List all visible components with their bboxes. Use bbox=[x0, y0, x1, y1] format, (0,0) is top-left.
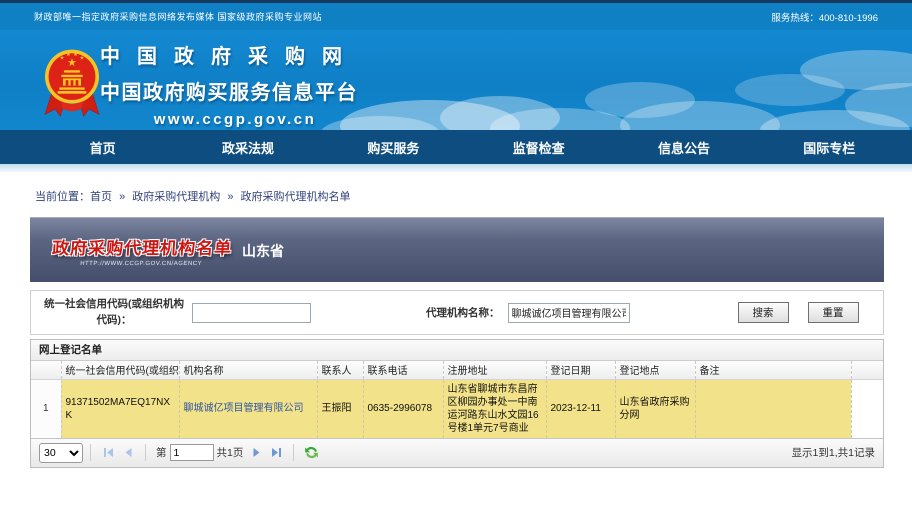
banner-url: HTTP://WWW.CCGP.GOV.CN/AGENCY bbox=[51, 261, 231, 267]
first-page-icon bbox=[102, 446, 115, 459]
cell-name: 聊城诚亿项目管理有限公司 bbox=[179, 379, 317, 438]
code-field-label: 统一社会信用代码(或组织机构代码)： bbox=[39, 297, 189, 327]
first-page-button[interactable] bbox=[98, 443, 118, 463]
top-bar: 财政部唯一指定政府采购信息网络发布媒体 国家级政府采购专业网站 服务热线：400… bbox=[0, 0, 912, 30]
refresh-button[interactable] bbox=[301, 443, 321, 463]
last-page-button[interactable] bbox=[266, 443, 286, 463]
col-header-address[interactable]: 注册地址 bbox=[443, 361, 546, 379]
page-prefix-label: 第 bbox=[156, 445, 167, 460]
breadcrumb-home-link[interactable]: 首页 bbox=[90, 191, 112, 203]
nav-item-home[interactable]: 首页 bbox=[30, 138, 175, 157]
pagination-bar: 30 第 共1页 显示1到1,共1记录 bbox=[31, 438, 883, 467]
last-page-icon bbox=[270, 446, 283, 459]
col-header-reg-date[interactable]: 登记日期 bbox=[546, 361, 615, 379]
col-header-filler bbox=[851, 361, 883, 379]
site-slogan: 财政部唯一指定政府采购信息网络发布媒体 国家级政府采购专业网站 bbox=[34, 10, 322, 23]
code-input[interactable] bbox=[192, 303, 311, 323]
cell-code: 91371502MA7EQ17NXK bbox=[61, 379, 179, 438]
nav-bottom-strip bbox=[0, 164, 912, 172]
breadcrumb-agency-link[interactable]: 政府采购代理机构 bbox=[132, 191, 220, 203]
record-summary: 显示1到1,共1记录 bbox=[792, 445, 875, 460]
cell-row-number: 1 bbox=[31, 379, 61, 438]
previous-page-button[interactable] bbox=[118, 443, 138, 463]
col-header-phone[interactable]: 联系电话 bbox=[363, 361, 443, 379]
national-emblem-logo: ★ ★ ★ ★ ★ bbox=[36, 43, 108, 121]
registration-table: 统一社会信用代码(或组织 机构名称 联系人 联系电话 注册地址 登记日期 登记地… bbox=[31, 361, 883, 438]
registration-grid: 网上登记名单 统一社会信用代码(或组织 机构名称 联系人 联系电话 注册地址 登… bbox=[30, 339, 884, 468]
agency-detail-link[interactable]: 聊城诚亿项目管理有限公司 bbox=[184, 403, 304, 414]
breadcrumb-agency-list-link[interactable]: 政府采购代理机构名单 bbox=[241, 191, 351, 203]
nav-item-regulations[interactable]: 政采法规 bbox=[175, 138, 320, 157]
row-number-header bbox=[31, 361, 61, 379]
svg-text:★: ★ bbox=[60, 56, 65, 62]
banner-title-block: 政府采购代理机构名单 HTTP://WWW.CCGP.GOV.CN/AGENCY bbox=[51, 234, 233, 267]
nav-item-purchase-services[interactable]: 购买服务 bbox=[321, 138, 466, 157]
svg-text:★: ★ bbox=[67, 57, 77, 69]
col-header-reg-place[interactable]: 登记地点 bbox=[615, 361, 695, 379]
pager-divider bbox=[293, 444, 294, 461]
grid-caption: 网上登记名单 bbox=[31, 340, 883, 361]
refresh-icon bbox=[304, 445, 319, 460]
cell-reg-place: 山东省政府采购分网 bbox=[615, 379, 695, 438]
search-button[interactable]: 搜索 bbox=[738, 302, 789, 323]
nav-item-international[interactable]: 国际专栏 bbox=[757, 138, 902, 157]
page-number-input[interactable] bbox=[170, 444, 214, 461]
cell-phone: 0635-2996078 bbox=[363, 379, 443, 438]
breadcrumb-separator: » bbox=[119, 191, 125, 203]
nav-item-supervision[interactable]: 监督检查 bbox=[466, 138, 611, 157]
main-nav: 首页 政采法规 购买服务 监督检查 信息公告 国际专栏 bbox=[0, 130, 912, 164]
col-header-remark[interactable]: 备注 bbox=[695, 361, 851, 379]
pager-divider bbox=[145, 444, 146, 461]
next-page-button[interactable] bbox=[246, 443, 266, 463]
reset-button[interactable]: 重置 bbox=[808, 302, 859, 323]
svg-text:★: ★ bbox=[79, 56, 84, 62]
site-url: www.ccgp.gov.cn bbox=[100, 111, 370, 128]
cell-remark bbox=[695, 379, 851, 438]
cell-address: 山东省聊城市东昌府区柳园办事处一中南运河路东山水文园16号楼1单元7号商业 bbox=[443, 379, 546, 438]
breadcrumb: 当前位置：首页 » 政府采购代理机构 » 政府采购代理机构名单 bbox=[35, 188, 912, 204]
cell-reg-date: 2023-12-11 bbox=[546, 379, 615, 438]
pager-divider bbox=[90, 444, 91, 461]
section-banner: 政府采购代理机构名单 HTTP://WWW.CCGP.GOV.CN/AGENCY… bbox=[30, 217, 884, 282]
next-page-icon bbox=[250, 446, 263, 459]
site-title-block: 中国政府采购网 中国政府购买服务信息平台 www.ccgp.gov.cn bbox=[100, 40, 370, 128]
site-title: 中国政府采购网 bbox=[100, 40, 370, 69]
agency-name-label: 代理机构名称： bbox=[426, 305, 500, 320]
site-header: ★ ★ ★ ★ ★ 中国政府采购网 中国政府购买服务信息平台 www.ccgp.… bbox=[0, 30, 912, 130]
col-header-name[interactable]: 机构名称 bbox=[179, 361, 317, 379]
agency-name-input[interactable] bbox=[508, 303, 630, 323]
table-row[interactable]: 1 91371502MA7EQ17NXK 聊城诚亿项目管理有限公司 王振阳 06… bbox=[31, 379, 883, 438]
nav-item-announcements[interactable]: 信息公告 bbox=[611, 138, 756, 157]
breadcrumb-separator: » bbox=[227, 191, 233, 203]
cell-filler bbox=[851, 379, 883, 438]
table-header-row: 统一社会信用代码(或组织 机构名称 联系人 联系电话 注册地址 登记日期 登记地… bbox=[31, 361, 883, 379]
svg-text:★: ★ bbox=[66, 52, 71, 58]
total-pages-label: 共1页 bbox=[217, 445, 244, 460]
col-header-contact[interactable]: 联系人 bbox=[317, 361, 363, 379]
search-panel: 统一社会信用代码(或组织机构代码)： 代理机构名称： 搜索 重置 bbox=[30, 290, 884, 335]
cell-contact: 王振阳 bbox=[317, 379, 363, 438]
banner-province: 山东省 bbox=[242, 241, 284, 261]
site-subtitle: 中国政府购买服务信息平台 bbox=[100, 76, 370, 105]
previous-page-icon bbox=[122, 446, 135, 459]
svg-text:★: ★ bbox=[73, 52, 78, 58]
banner-title: 政府采购代理机构名单 bbox=[51, 234, 233, 259]
service-hotline: 服务热线：400-810-1996 bbox=[771, 10, 878, 24]
col-header-code[interactable]: 统一社会信用代码(或组织 bbox=[61, 361, 179, 379]
page-size-select[interactable]: 30 bbox=[39, 443, 83, 463]
breadcrumb-prefix: 当前位置： bbox=[35, 191, 90, 203]
